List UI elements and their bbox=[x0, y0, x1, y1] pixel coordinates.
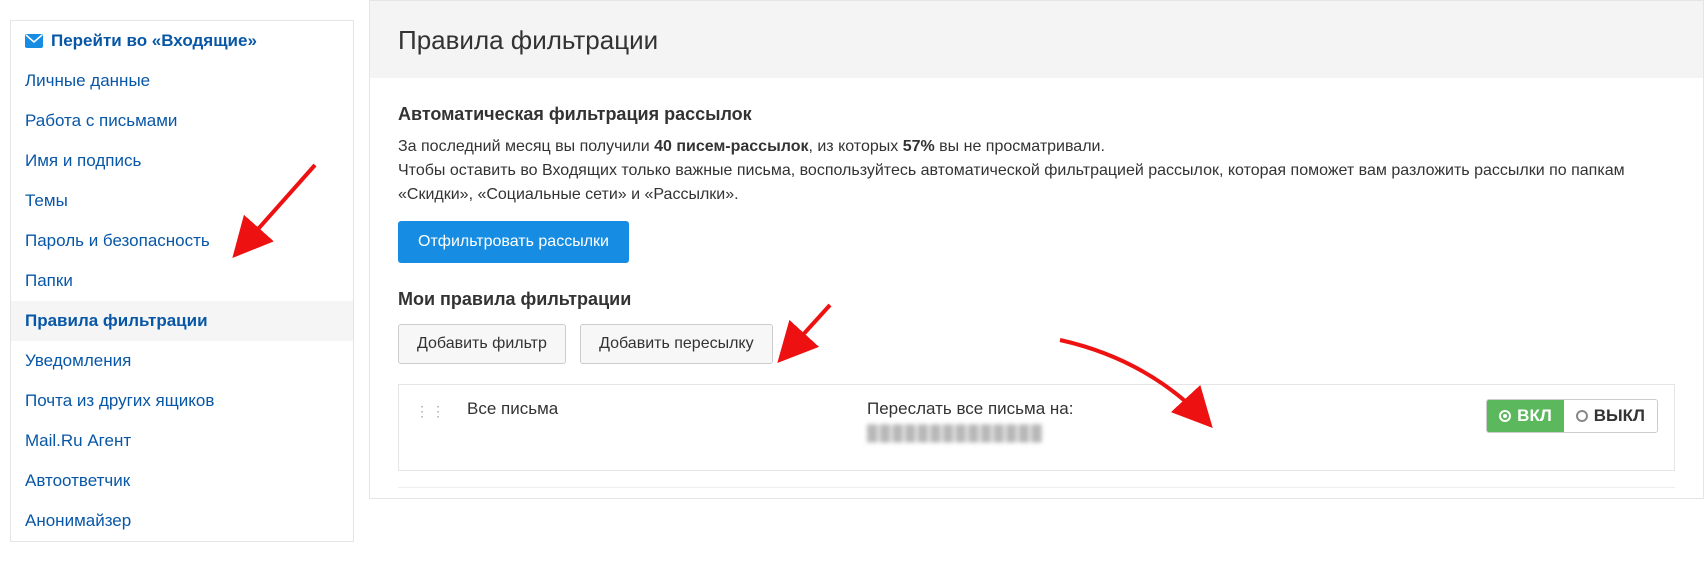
sidebar-item-notifications[interactable]: Уведомления bbox=[11, 341, 353, 381]
radio-on-icon bbox=[1499, 410, 1511, 422]
divider bbox=[398, 487, 1675, 488]
auto-filter-text: За последний месяц вы получили 40 писем-… bbox=[398, 135, 1675, 207]
rule-condition: Все письма bbox=[467, 399, 847, 419]
sidebar-item-label: Правила фильтрации bbox=[25, 311, 208, 331]
sidebar-item-label: Имя и подпись bbox=[25, 151, 141, 171]
radio-off-icon bbox=[1576, 410, 1588, 422]
auto-text-pre: За последний месяц вы получили bbox=[398, 138, 654, 155]
annotation-arrow-icon bbox=[215, 155, 335, 285]
sidebar-item-label: Перейти во «Входящие» bbox=[51, 31, 257, 51]
sidebar-item-label: Папки bbox=[25, 271, 73, 291]
toggle-on-label: ВКЛ bbox=[1517, 406, 1552, 426]
main-header: Правила фильтрации bbox=[369, 0, 1704, 78]
auto-text-count: 40 писем-рассылок bbox=[654, 138, 808, 155]
auto-text-post: вы не просматривали. bbox=[935, 138, 1105, 155]
sidebar-item-mail-handling[interactable]: Работа с письмами bbox=[11, 101, 353, 141]
sidebar-item-label: Почта из других ящиков bbox=[25, 391, 214, 411]
annotation-arrow-icon bbox=[770, 300, 870, 380]
page-title: Правила фильтрации bbox=[398, 25, 1675, 56]
sidebar-item-label: Анонимайзер bbox=[25, 511, 131, 531]
sidebar-item-filtering-rules[interactable]: Правила фильтрации bbox=[11, 301, 353, 341]
sidebar-item-anonymizer[interactable]: Анонимайзер bbox=[11, 501, 353, 541]
auto-text-percent: 57% bbox=[903, 138, 935, 155]
sidebar-item-autoresponder[interactable]: Автоответчик bbox=[11, 461, 353, 501]
content: Автоматическая фильтрация рассылок За по… bbox=[369, 78, 1704, 499]
sidebar-item-label: Пароль и безопасность bbox=[25, 231, 210, 251]
mail-icon bbox=[25, 34, 43, 48]
sidebar-item-external-mail[interactable]: Почта из других ящиков bbox=[11, 381, 353, 421]
toggle-on-option[interactable]: ВКЛ bbox=[1487, 400, 1564, 432]
rule-buttons: Добавить фильтр Добавить пересылку bbox=[398, 324, 1675, 364]
sidebar-item-label: Mail.Ru Агент bbox=[25, 431, 131, 451]
drag-handle-icon[interactable]: ⋮⋮ bbox=[415, 403, 447, 420]
sidebar-item-mailru-agent[interactable]: Mail.Ru Агент bbox=[11, 421, 353, 461]
auto-text-mid: , из которых bbox=[808, 138, 902, 155]
toggle-off-label: ВЫКЛ bbox=[1594, 406, 1645, 426]
toggle-off-option[interactable]: ВЫКЛ bbox=[1564, 400, 1657, 432]
sidebar-item-label: Автоответчик bbox=[25, 471, 130, 491]
sidebar-item-label: Работа с письмами bbox=[25, 111, 177, 131]
sidebar-item-label: Уведомления bbox=[25, 351, 131, 371]
sidebar-item-inbox[interactable]: Перейти во «Входящие» bbox=[11, 21, 353, 61]
auto-text-line2: Чтобы оставить во Входящих только важные… bbox=[398, 162, 1625, 203]
annotation-arrow-icon bbox=[1050, 330, 1230, 450]
filter-newsletters-button[interactable]: Отфильтровать рассылки bbox=[398, 221, 629, 263]
sidebar-item-label: Темы bbox=[25, 191, 68, 211]
auto-filter-heading: Автоматическая фильтрация рассылок bbox=[398, 104, 1675, 125]
add-filter-button[interactable]: Добавить фильтр bbox=[398, 324, 566, 364]
sidebar-item-personal-data[interactable]: Личные данные bbox=[11, 61, 353, 101]
sidebar-item-label: Личные данные bbox=[25, 71, 150, 91]
rule-toggle[interactable]: ВКЛ ВЫКЛ bbox=[1486, 399, 1658, 433]
add-forward-button[interactable]: Добавить пересылку bbox=[580, 324, 773, 364]
my-rules-heading: Мои правила фильтрации bbox=[398, 289, 1675, 310]
main-panel: Правила фильтрации Автоматическая фильтр… bbox=[369, 0, 1704, 564]
rule-row: ⋮⋮ Все письма Переслать все письма на: █… bbox=[398, 384, 1675, 471]
